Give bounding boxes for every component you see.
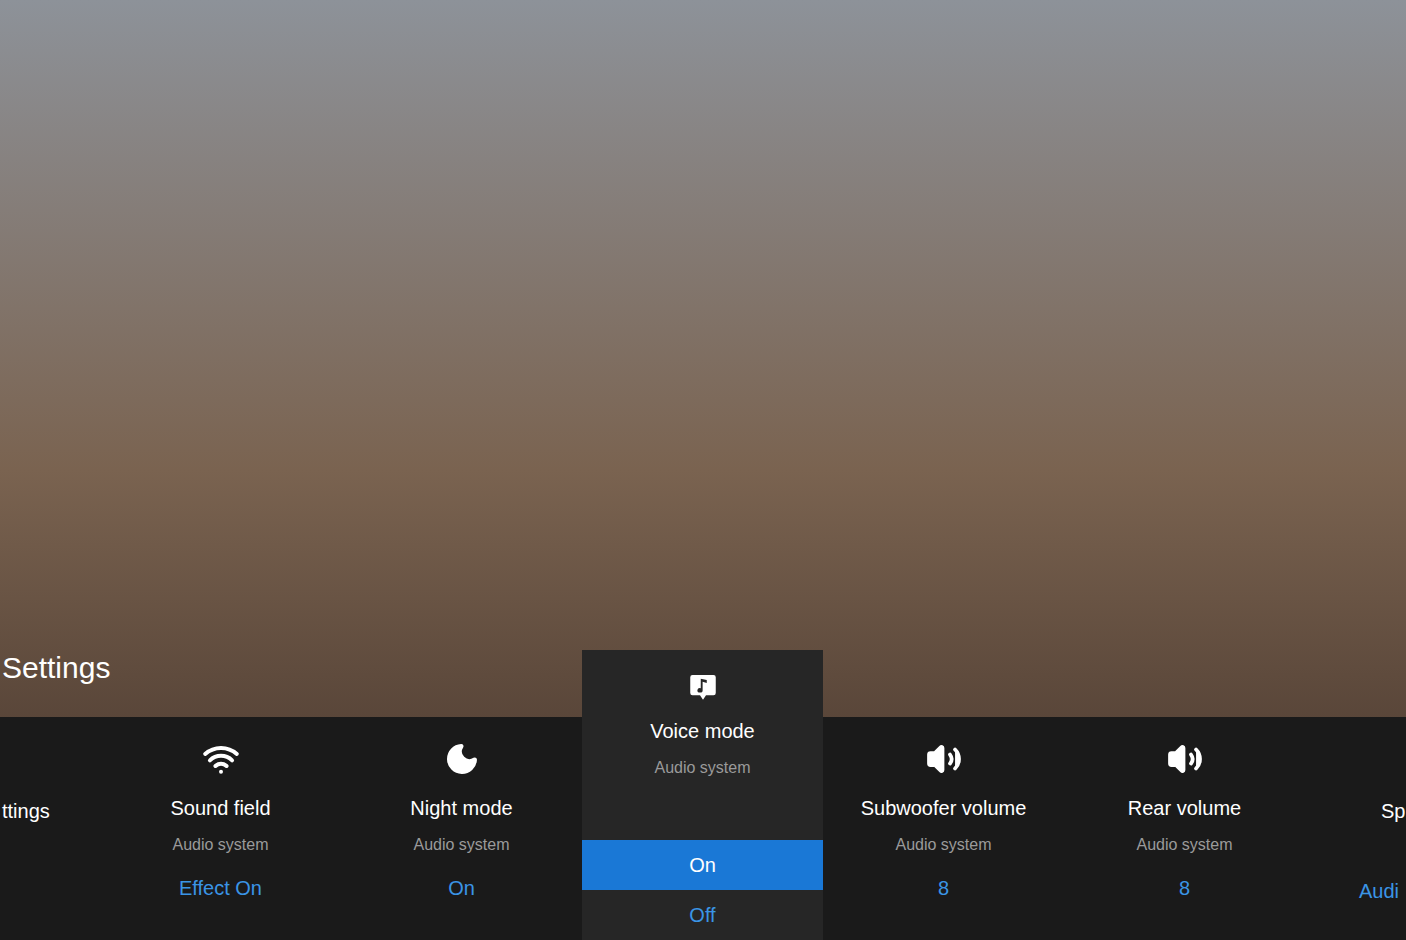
settings-row: Settings ttings Sound field Audio system Eff…	[0, 650, 1406, 940]
card-value: 8	[1179, 874, 1190, 902]
card-subtitle: Audio system	[1136, 833, 1232, 857]
card-title: Subwoofer volume	[861, 794, 1027, 822]
settings-card[interactable]: Sound field Audio system Effect On	[100, 717, 341, 940]
card-value: Audi	[1305, 877, 1406, 905]
settings-card[interactable]: Night mode Audio system On	[341, 717, 582, 940]
settings-card[interactable]: Subwoofer volume Audio system 8	[823, 717, 1064, 940]
card-title: Voice mode	[650, 717, 755, 745]
speaker-icon	[926, 741, 962, 777]
icon-box	[1167, 739, 1203, 779]
voice-bubble-icon	[683, 672, 723, 702]
settings-column: Settings ttings	[0, 650, 100, 940]
speaker-icon	[1167, 741, 1203, 777]
card-value: Effect On	[179, 874, 262, 902]
icon-box	[926, 739, 962, 779]
settings-card[interactable]: Rear volume Audio system 8	[1064, 717, 1305, 940]
card-title: Rear volume	[1128, 794, 1241, 822]
settings-title: Settings	[0, 650, 100, 686]
settings-card[interactable]: ttings	[0, 717, 100, 940]
card-value: 8	[938, 874, 949, 902]
option-item[interactable]: On	[582, 840, 823, 890]
card-subtitle: Audio system	[654, 756, 750, 780]
card-subtitle: Audio system	[413, 833, 509, 857]
sound-field-icon	[202, 740, 240, 778]
card-subtitle: Audio system	[895, 833, 991, 857]
option-item[interactable]: Off	[582, 890, 823, 940]
card-title: Night mode	[410, 794, 512, 822]
settings-card[interactable]: Sp Audi	[1305, 717, 1406, 940]
settings-card-open[interactable]: Voice mode Audio system OnOff	[582, 650, 823, 940]
card-title: Sound field	[170, 794, 270, 822]
card-value: On	[448, 874, 475, 902]
icon-box	[202, 739, 240, 779]
card-title: Sp	[1305, 797, 1406, 825]
icon-box	[444, 739, 480, 779]
night-mode-icon	[444, 741, 480, 777]
tv-screen: Settings ttings Sound field Audio system Eff…	[0, 0, 1406, 940]
option-list: OnOff	[582, 840, 823, 940]
card-title: ttings	[2, 797, 100, 825]
card-subtitle: Audio system	[172, 833, 268, 857]
